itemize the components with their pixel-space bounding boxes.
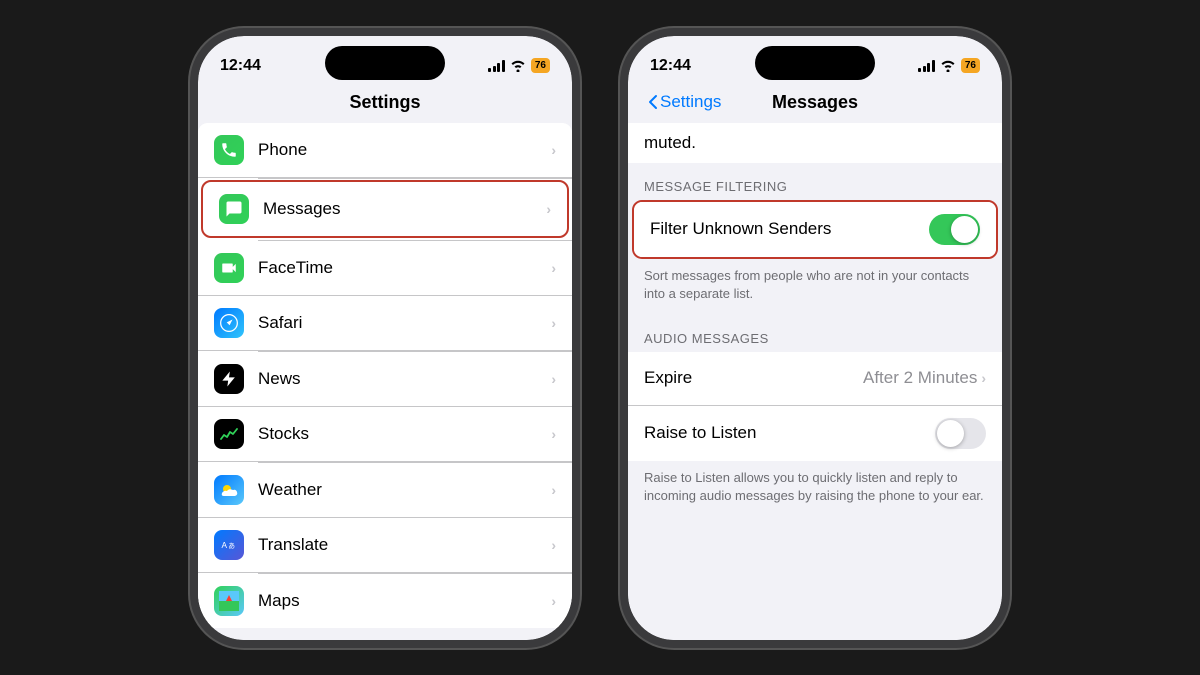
audio-messages-header: AUDIO MESSAGES (628, 315, 1002, 352)
dynamic-island-left (325, 46, 445, 80)
raise-to-listen-row[interactable]: Raise to Listen (628, 406, 1002, 461)
filter-unknown-label: Filter Unknown Senders (650, 219, 831, 239)
phone-chevron: › (551, 142, 556, 158)
signal-icon (488, 60, 505, 72)
battery-left: 76 (531, 58, 550, 73)
muted-text: muted. (644, 133, 696, 152)
phone-icon (214, 135, 244, 165)
facetime-icon (214, 253, 244, 283)
phone-label: Phone (258, 140, 551, 160)
signal-icon-right (918, 60, 935, 72)
wifi-icon-right (940, 60, 956, 72)
wifi-icon (510, 60, 526, 72)
maps-icon (214, 586, 244, 616)
settings-item-safari[interactable]: Safari › (198, 296, 572, 351)
right-screen: 12:44 76 Settings Messages m (628, 36, 1002, 640)
news-label: News (258, 369, 551, 389)
stocks-label: Stocks (258, 424, 551, 444)
stocks-icon (214, 419, 244, 449)
expire-label: Expire (644, 368, 863, 388)
settings-item-weather[interactable]: Weather › (198, 463, 572, 518)
time-right: 12:44 (650, 57, 691, 75)
filter-unknown-row[interactable]: Filter Unknown Senders (634, 202, 996, 257)
settings-list: Phone › Messages › (198, 123, 572, 640)
weather-label: Weather (258, 480, 551, 500)
messages-icon (219, 194, 249, 224)
safari-chevron: › (551, 315, 556, 331)
facetime-label: FaceTime (258, 258, 551, 278)
maps-chevron: › (551, 593, 556, 609)
messages-chevron: › (546, 201, 551, 217)
settings-item-maps[interactable]: Maps › (198, 574, 572, 628)
safari-icon (214, 308, 244, 338)
messages-nav: Settings Messages (628, 88, 1002, 123)
translate-label: Translate (258, 535, 551, 555)
filter-unknown-toggle[interactable] (929, 214, 980, 245)
weather-chevron: › (551, 482, 556, 498)
translate-chevron: › (551, 537, 556, 553)
back-button[interactable]: Settings (648, 92, 721, 112)
settings-title: Settings (349, 92, 420, 112)
weather-icon (214, 475, 244, 505)
svg-text:A: A (222, 541, 228, 550)
safari-label: Safari (258, 313, 551, 333)
battery-right: 76 (961, 58, 980, 73)
messages-settings-list: muted. MESSAGE FILTERING Filter Unknown … (628, 123, 1002, 640)
settings-header: Settings (198, 88, 572, 123)
right-phone: 12:44 76 Settings Messages m (620, 28, 1010, 648)
raise-description: Raise to Listen allows you to quickly li… (628, 461, 1002, 517)
status-icons-left: 76 (488, 58, 550, 73)
facetime-chevron: › (551, 260, 556, 276)
dynamic-island-right (755, 46, 875, 80)
muted-row: muted. (628, 123, 1002, 163)
settings-item-news[interactable]: News › (198, 352, 572, 407)
back-label: Settings (660, 92, 721, 112)
translate-icon: Aあ (214, 530, 244, 560)
news-icon (214, 364, 244, 394)
time-left: 12:44 (220, 57, 261, 75)
settings-item-facetime[interactable]: FaceTime › (198, 241, 572, 296)
messages-title: Messages (772, 92, 858, 113)
left-screen: 12:44 76 Settings (198, 36, 572, 640)
filter-unknown-card: Filter Unknown Senders (632, 200, 998, 259)
stocks-chevron: › (551, 426, 556, 442)
settings-item-phone[interactable]: Phone › (198, 123, 572, 178)
raise-to-listen-label: Raise to Listen (644, 423, 756, 443)
status-icons-right: 76 (918, 58, 980, 73)
svg-text:あ: あ (228, 542, 235, 550)
settings-item-stocks[interactable]: Stocks › (198, 407, 572, 462)
expire-value: After 2 Minutes › (863, 368, 986, 388)
messages-label: Messages (263, 199, 546, 219)
maps-label: Maps (258, 591, 551, 611)
settings-item-translate[interactable]: Aあ Translate › (198, 518, 572, 573)
message-filtering-header: MESSAGE FILTERING (628, 163, 1002, 200)
news-chevron: › (551, 371, 556, 387)
filter-description: Sort messages from people who are not in… (628, 259, 1002, 315)
expire-row[interactable]: Expire After 2 Minutes › (628, 352, 1002, 406)
left-phone: 12:44 76 Settings (190, 28, 580, 648)
raise-to-listen-toggle[interactable] (935, 418, 986, 449)
expire-chevron: › (981, 370, 986, 386)
settings-item-messages[interactable]: Messages › (201, 180, 569, 238)
